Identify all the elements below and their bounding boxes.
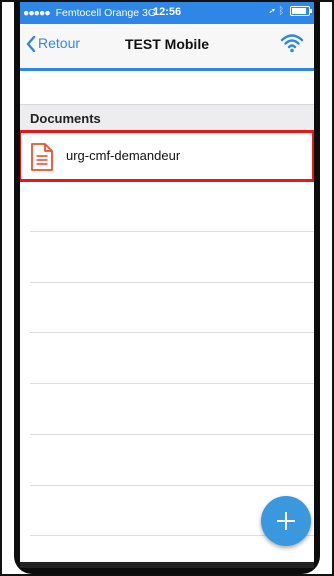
list-separator bbox=[30, 485, 314, 486]
carrier-name: Femtocell Orange bbox=[55, 7, 140, 19]
add-button[interactable] bbox=[261, 496, 311, 546]
location-icon: ➚ bbox=[269, 6, 276, 17]
document-name: urg-cmf-demandeur bbox=[66, 148, 181, 163]
section-title: Documents bbox=[30, 111, 101, 126]
list-separator bbox=[30, 231, 314, 232]
documents-section-header: Documents bbox=[20, 104, 314, 131]
status-bar: ●●●●● Femtocell Orange 3G 12:56 ➚ ᛒ bbox=[20, 2, 314, 24]
navigation-bar: Retour TEST Mobile bbox=[20, 24, 314, 71]
battery-icon bbox=[290, 6, 312, 17]
phone-screen: ●●●●● Femtocell Orange 3G 12:56 ➚ ᛒ Reto… bbox=[20, 2, 314, 568]
status-time: 12:56 bbox=[153, 6, 182, 18]
wifi-button[interactable] bbox=[280, 33, 304, 58]
bottom-bar bbox=[20, 562, 314, 568]
plus-icon bbox=[277, 512, 295, 530]
page-title: TEST Mobile bbox=[125, 36, 209, 52]
document-row[interactable]: urg-cmf-demandeur bbox=[20, 132, 314, 182]
bluetooth-icon: ᛒ bbox=[278, 6, 285, 17]
document-icon bbox=[31, 143, 53, 171]
signal-icon: ●●●●● bbox=[23, 7, 51, 19]
list-separator bbox=[30, 383, 314, 384]
wifi-icon bbox=[280, 34, 304, 53]
list-separator bbox=[30, 282, 314, 283]
list-separator bbox=[30, 332, 314, 333]
list-separator bbox=[30, 434, 314, 435]
